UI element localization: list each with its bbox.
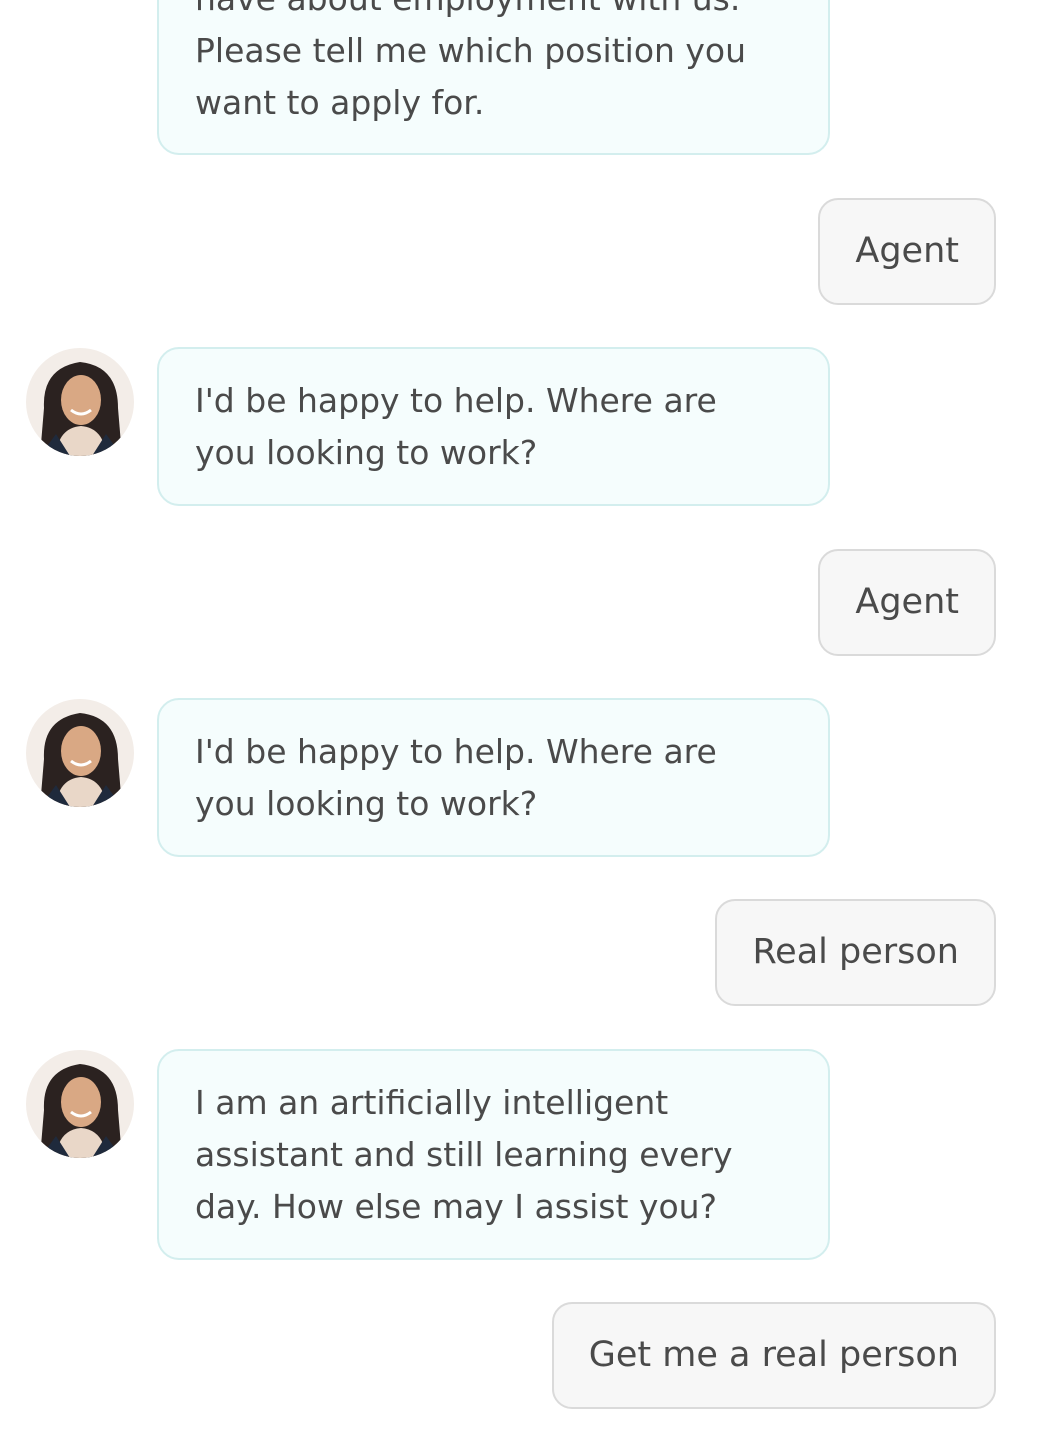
user-reply-bubble[interactable]: Agent [818,549,996,656]
message-line: Please tell me which position you [195,31,747,70]
message-line: I'd be happy to help. Where are [195,381,717,420]
user-reply-text: Get me a real person [588,1335,959,1375]
bot-message: I'd be happy to help. Where are you look… [157,347,830,506]
message-line: I am an artificially intelligent [195,1083,669,1122]
message-line: you looking to work? [195,433,538,472]
bot-message: have about employment with us. Please te… [157,0,830,155]
chat-transcript: have about employment with us. Please te… [0,0,1044,1445]
assistant-avatar-icon [26,348,134,456]
assistant-avatar-icon [26,1050,134,1158]
message-line: want to apply for. [195,83,485,122]
message-line: day. How else may I assist you? [195,1187,718,1226]
message-line: I'd be happy to help. Where are [195,732,717,771]
user-reply-bubble[interactable]: Agent [818,198,996,305]
user-reply-text: Real person [752,932,959,972]
user-reply-text: Agent [855,582,959,622]
message-line: assistant and still learning every [195,1135,733,1174]
bot-message: I'd be happy to help. Where are you look… [157,698,830,857]
user-reply-bubble[interactable]: Real person [715,899,996,1006]
user-reply-bubble[interactable]: Get me a real person [551,1302,996,1409]
message-line: you looking to work? [195,784,538,823]
assistant-avatar-icon [26,699,134,807]
bot-message: I am an artificially intelligent assista… [157,1049,830,1260]
user-reply-text: Agent [855,231,959,271]
message-line: have about employment with us. [195,0,792,25]
